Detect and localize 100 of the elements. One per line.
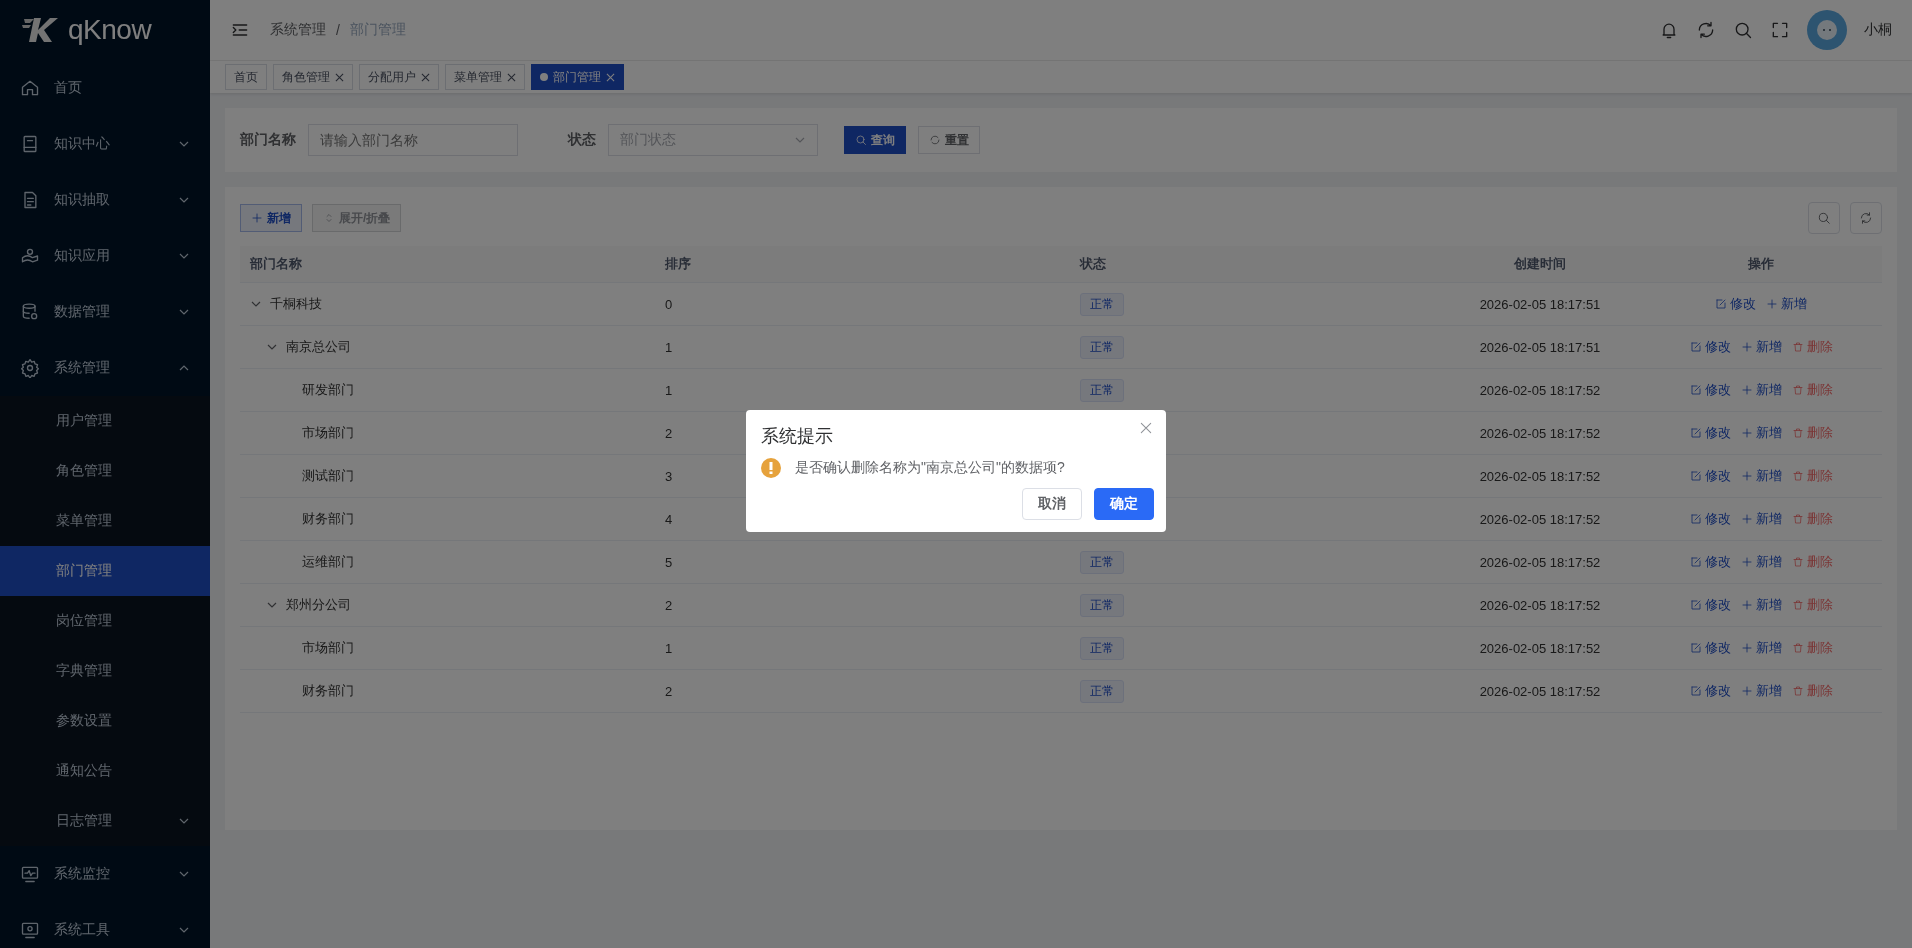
table-cell: 1 (665, 339, 673, 355)
close-icon[interactable] (335, 72, 344, 82)
sidebar-subitem[interactable]: 用户管理 (0, 396, 210, 446)
add-link[interactable]: 新增 (1740, 639, 1782, 657)
edit-link[interactable]: 修改 (1689, 381, 1731, 399)
edit-link[interactable]: 修改 (1689, 510, 1731, 528)
sidebar-subitem[interactable]: 角色管理 (0, 446, 210, 496)
sidebar-subitem[interactable]: 岗位管理 (0, 596, 210, 646)
close-icon[interactable] (507, 72, 516, 82)
department-name-field[interactable]: 请输入部门名称 (308, 124, 518, 156)
sidebar-item[interactable]: 数据管理 (0, 284, 210, 340)
add-link[interactable]: 新增 (1740, 596, 1782, 614)
delete-link[interactable]: 删除 (1791, 682, 1833, 700)
home-icon (20, 78, 40, 98)
add-link[interactable]: 新增 (1766, 295, 1807, 313)
delete-link[interactable]: 删除 (1791, 424, 1833, 442)
delete-link[interactable]: 删除 (1791, 381, 1833, 399)
add-link[interactable]: 新增 (1740, 424, 1782, 442)
edit-icon (1689, 384, 1702, 396)
sidebar-subitem[interactable]: 日志管理 (0, 796, 210, 846)
table-cell: 2026-02-05 18:17:52 (1479, 597, 1601, 613)
trash-icon (1791, 642, 1804, 654)
delete-link[interactable]: 删除 (1791, 338, 1833, 356)
status-tag: 正常 (1080, 593, 1124, 617)
sidebar-item[interactable]: 系统监控 (0, 846, 210, 902)
table-cell: 财务部门 (302, 682, 354, 700)
sidebar-subitem[interactable]: 字典管理 (0, 646, 210, 696)
sidebar-subitem[interactable]: 通知公告 (0, 746, 210, 796)
table-cell: 1 (665, 640, 673, 656)
sidebar-subitem[interactable]: 参数设置 (0, 696, 210, 746)
table-cell: 0 (665, 296, 673, 312)
breadcrumb-item[interactable]: 系统管理 (270, 21, 326, 39)
table-cell: 南京总公司 (286, 338, 351, 356)
add-link[interactable]: 新增 (1740, 467, 1782, 485)
plus-icon (1740, 685, 1753, 697)
confirm-button[interactable]: 确定 (1094, 488, 1154, 520)
delete-link[interactable]: 删除 (1791, 553, 1833, 571)
monitor-icon (20, 864, 40, 884)
edit-link[interactable]: 修改 (1715, 295, 1756, 313)
sidebar-item[interactable]: 知识抽取 (0, 172, 210, 228)
table-cell: 5 (665, 554, 673, 570)
add-link[interactable]: 新增 (1740, 338, 1782, 356)
edit-link[interactable]: 修改 (1689, 639, 1731, 657)
page-tab[interactable]: 角色管理 (273, 64, 353, 90)
search-icon (1817, 211, 1831, 225)
dialog-title: 系统提示 (761, 425, 833, 448)
table-cell: 2 (665, 425, 673, 441)
search-button[interactable]: 查询 (844, 126, 906, 154)
trash-icon (1791, 599, 1804, 611)
edit-link[interactable]: 修改 (1689, 596, 1731, 614)
add-link[interactable]: 新增 (1740, 682, 1782, 700)
table-cell: 2 (665, 683, 673, 699)
status-tag: 正常 (1080, 292, 1124, 316)
table-cell: 2026-02-05 18:17:52 (1479, 425, 1601, 441)
user-name[interactable]: 小桐 (1864, 21, 1892, 39)
plus-icon (1740, 599, 1753, 611)
reset-button[interactable]: 重置 (918, 126, 980, 154)
edit-link[interactable]: 修改 (1689, 467, 1731, 485)
sidebar-item[interactable]: 系统管理 (0, 340, 210, 396)
sidebar-subitem[interactable]: 菜单管理 (0, 496, 210, 546)
edit-link[interactable]: 修改 (1689, 682, 1731, 700)
delete-link[interactable]: 删除 (1791, 510, 1833, 528)
delete-link[interactable]: 删除 (1791, 467, 1833, 485)
page-tab[interactable]: 菜单管理 (445, 64, 525, 90)
gear-icon (20, 358, 40, 378)
column-header: 创建时间 (1514, 255, 1566, 273)
plus-icon (1740, 470, 1753, 482)
close-button[interactable] (1138, 420, 1154, 436)
column-header: 状态 (1080, 256, 1106, 271)
sidebar-subitem[interactable]: 部门管理 (0, 546, 210, 596)
close-icon[interactable] (421, 72, 430, 82)
trash-icon (1791, 384, 1804, 396)
trash-icon (1791, 513, 1804, 525)
table-cell: 财务部门 (302, 510, 354, 528)
add-link[interactable]: 新增 (1740, 553, 1782, 571)
add-button[interactable]: 新增 (240, 204, 302, 232)
database-icon (20, 302, 40, 322)
hand-icon (20, 246, 40, 266)
sidebar-item[interactable]: 系统工具 (0, 902, 210, 948)
sidebar-item[interactable]: 首页 (0, 60, 210, 116)
refresh-button[interactable] (1850, 202, 1882, 234)
add-link[interactable]: 新增 (1740, 381, 1782, 399)
field-label: 部门名称 (240, 131, 296, 149)
delete-link[interactable]: 删除 (1791, 639, 1833, 657)
page-tab[interactable]: 首页 (225, 64, 267, 90)
add-link[interactable]: 新增 (1740, 510, 1782, 528)
sidebar-item[interactable]: 知识中心 (0, 116, 210, 172)
avatar[interactable] (1807, 10, 1847, 50)
delete-link[interactable]: 删除 (1791, 596, 1833, 614)
edit-link[interactable]: 修改 (1689, 553, 1731, 571)
cancel-button[interactable]: 取消 (1022, 488, 1082, 520)
edit-link[interactable]: 修改 (1689, 424, 1731, 442)
search-toggle-button[interactable] (1808, 202, 1840, 234)
page-tab[interactable]: 分配用户 (359, 64, 439, 90)
edit-link[interactable]: 修改 (1689, 338, 1731, 356)
table-cell: 2026-02-05 18:17:52 (1479, 382, 1601, 398)
page-tab[interactable]: 部门管理 (531, 64, 624, 90)
sidebar-item[interactable]: 知识应用 (0, 228, 210, 284)
trash-icon (1791, 427, 1804, 439)
edit-icon (1689, 513, 1702, 525)
